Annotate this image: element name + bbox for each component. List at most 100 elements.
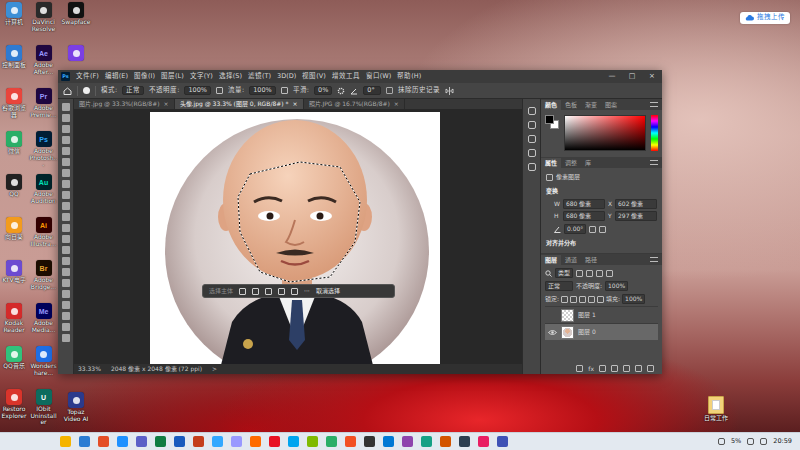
layers-panel-tab[interactable]: 通道 (561, 255, 581, 265)
desktop-icon[interactable]: BrAdobe Bridge... (29, 260, 58, 303)
pixel-filter-icon[interactable] (576, 270, 583, 277)
eyedropper-tool-icon[interactable] (62, 169, 70, 177)
taskbar-app-icon[interactable] (421, 436, 432, 447)
volume-icon[interactable] (760, 438, 767, 445)
properties-panel-tab[interactable]: 库 (581, 158, 595, 168)
photoshop-window[interactable]: Ps 文件(F)编辑(E)图像(I)图层(L)文字(Y)选择(S)滤镜(T)3D… (58, 70, 662, 374)
properties-panel-tab[interactable]: 调整 (561, 158, 581, 168)
close-button[interactable]: × (293, 99, 298, 109)
canvas[interactable]: 选择主体 ··· 取消选择 (74, 109, 522, 364)
network-icon[interactable] (747, 438, 754, 445)
close-button[interactable]: × (394, 99, 399, 109)
menu-item[interactable]: 滤镜(T) (248, 73, 271, 81)
color-picker[interactable] (564, 115, 646, 151)
blur-tool-icon[interactable] (62, 246, 70, 254)
fill-field[interactable]: 100% (622, 294, 645, 304)
color-panel-tab[interactable]: 渐变 (581, 100, 601, 110)
link-icon[interactable] (576, 365, 583, 372)
taskbar-app-icon[interactable] (117, 436, 128, 447)
foreground-swatch[interactable] (545, 115, 554, 124)
layer-name[interactable]: 图层 0 (578, 328, 596, 335)
taskbar-app-icon[interactable] (440, 436, 451, 447)
pen-tool-icon[interactable] (62, 268, 70, 276)
menu-item[interactable]: 增效工具 (332, 73, 360, 81)
filter-kind-select[interactable]: 类型 (555, 268, 573, 278)
taskbar-app-icon[interactable] (326, 436, 337, 447)
lock-paint-icon[interactable] (570, 296, 577, 303)
select-subject-button[interactable]: 选择主体 (209, 287, 233, 294)
more-tools-icon[interactable] (62, 334, 70, 342)
lasso-tool-icon[interactable] (62, 125, 70, 133)
adjustment-filter-icon[interactable] (586, 270, 593, 277)
taskbar-app-icon[interactable] (79, 436, 90, 447)
desktop-icon[interactable]: 向日葵 (0, 217, 28, 260)
desktop-icon[interactable]: 微信 (0, 131, 28, 174)
quick-select-tool-icon[interactable] (62, 136, 70, 144)
taskbar-app-icon[interactable] (345, 436, 356, 447)
document-tab[interactable]: 图片.jpg @ 33.3%(RGB/8#)× (74, 99, 175, 109)
shape-tool-icon[interactable] (62, 301, 70, 309)
layer-row[interactable]: 图层 0 (545, 323, 658, 340)
taskbar-app-icon[interactable] (307, 436, 318, 447)
layer-name[interactable]: 图层 1 (578, 311, 596, 318)
visibility-toggle[interactable] (548, 329, 557, 336)
more-button[interactable]: ··· (304, 287, 310, 294)
menu-item[interactable]: 文字(Y) (190, 73, 213, 81)
desktop-icon[interactable]: Restoro Explorer (0, 389, 28, 432)
zoom-tool-icon[interactable] (62, 323, 70, 331)
layer-opacity-field[interactable]: 100% (605, 281, 628, 291)
taskbar-app-icon[interactable] (402, 436, 413, 447)
transform-icon[interactable] (265, 288, 272, 295)
panel-menu-icon[interactable] (650, 160, 658, 165)
menu-item[interactable]: 图层(L) (161, 73, 184, 81)
color-panel-tab[interactable]: 图案 (601, 100, 621, 110)
shape-filter-icon[interactable] (606, 270, 613, 277)
brush-settings-icon[interactable] (528, 149, 536, 157)
adjust-icon[interactable] (291, 288, 298, 295)
frame-tool-icon[interactable] (62, 158, 70, 166)
type-tool-icon[interactable] (62, 279, 70, 287)
erase-history-checkbox[interactable] (386, 87, 393, 94)
smoothing-field[interactable]: 0% (314, 86, 332, 96)
desktop-icon[interactable]: Topaz Video AI (61, 392, 91, 435)
battery-level[interactable]: 5% (731, 437, 741, 447)
flow-field[interactable]: 100% (249, 86, 276, 96)
upload-button[interactable]: 拖拽上传 (740, 12, 790, 24)
flip-vertical-icon[interactable] (599, 226, 606, 233)
opacity-field[interactable]: 100% (184, 86, 211, 96)
desktop-icon[interactable]: QQ音乐 (0, 346, 28, 389)
menu-item[interactable]: 编辑(E) (105, 73, 128, 81)
taskbar-app-icon[interactable] (193, 436, 204, 447)
mask-icon[interactable] (599, 365, 606, 372)
history-brush-tool-icon[interactable] (62, 213, 70, 221)
color-panel-tab[interactable]: 色板 (561, 100, 581, 110)
angle-field[interactable]: 0.00° (564, 224, 586, 234)
window-control[interactable]: × (642, 72, 662, 80)
layers-panel-tab[interactable]: 图层 (541, 255, 561, 265)
tray-arrow-icon[interactable] (718, 438, 725, 445)
layers-panel-tab[interactable]: 路径 (581, 255, 601, 265)
desktop-icon[interactable]: MeAdobe Media... (29, 303, 58, 346)
transform-field[interactable]: 680 像素 (563, 199, 605, 209)
angle-field[interactable]: 0° (363, 86, 381, 96)
brush-tool-icon[interactable] (62, 191, 70, 199)
desktop-icon[interactable]: AuAdobe Audition (29, 174, 58, 217)
taskbar-app-icon[interactable] (136, 436, 147, 447)
menu-item[interactable]: 图像(I) (134, 73, 155, 81)
taskbar-app-icon[interactable] (459, 436, 470, 447)
desktop-icon[interactable]: 谷歌浏览器 (0, 88, 28, 131)
taskbar-app-icon[interactable] (212, 436, 223, 447)
image[interactable]: 选择主体 ··· 取消选择 (150, 112, 440, 364)
taskbar-app-icon[interactable] (478, 436, 489, 447)
window-control[interactable]: □ (622, 72, 642, 80)
eraser-tool-icon[interactable] (62, 224, 70, 232)
menu-item[interactable]: 窗口(W) (366, 73, 392, 81)
desktop-icon[interactable]: AiAdobe Illustra... (29, 217, 58, 260)
menu-item[interactable]: 选择(S) (219, 73, 242, 81)
fill-icon[interactable] (278, 288, 285, 295)
color-panel-tab[interactable]: 颜色 (541, 100, 561, 110)
gear-icon[interactable] (337, 87, 345, 95)
properties-panel-tab[interactable]: 属性 (541, 158, 561, 168)
fx-button[interactable]: fx (588, 365, 594, 372)
menu-item[interactable]: 视图(V) (302, 73, 326, 81)
